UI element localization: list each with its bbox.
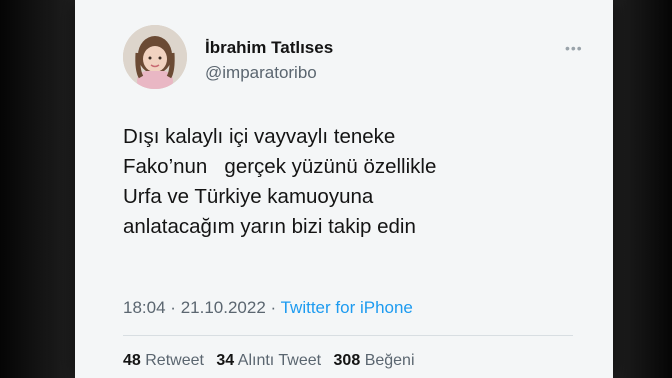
tweet-card: İbrahim Tatlıses @imparatoribo ••• Dışı … xyxy=(75,0,613,378)
likes-count: 308 xyxy=(333,352,361,369)
likes-label: Beğeni xyxy=(364,352,415,369)
tweet-line: Dışı kalaylı içi vayvaylı teneke xyxy=(123,125,396,148)
likes-stat[interactable]: 308 Beğeni xyxy=(334,352,415,369)
tweet-time[interactable]: 18:04 xyxy=(123,298,166,317)
photo-edge-right xyxy=(613,0,672,378)
tweet-stats: 48 Retweet 34 Alıntı Tweet 308 Beğeni xyxy=(123,352,423,370)
tweet-meta: 18:04 · 21.10.2022 · Twitter for iPhone xyxy=(123,298,413,318)
avatar-image xyxy=(123,25,187,89)
tweet-text: Dışı kalaylı içi vayvaylı teneke Fako’nu… xyxy=(123,122,593,242)
tweet-line: Fako’nun gerçek yüzünü özellikle xyxy=(123,155,437,178)
retweets-stat[interactable]: 48 Retweet xyxy=(123,352,204,369)
photo-edge-left xyxy=(0,0,75,378)
tweet-source[interactable]: Twitter for iPhone xyxy=(281,298,413,317)
tweet-line: Urfa ve Türkiye kamuoyuna xyxy=(123,185,374,208)
divider xyxy=(123,335,573,336)
meta-separator: · xyxy=(270,298,277,317)
author-handle[interactable]: @imparatoribo xyxy=(205,63,317,83)
author-name[interactable]: İbrahim Tatlıses xyxy=(205,38,333,58)
retweets-count: 48 xyxy=(123,352,141,369)
quotes-stat[interactable]: 34 Alıntı Tweet xyxy=(216,352,321,369)
quotes-count: 34 xyxy=(216,352,235,369)
more-icon[interactable]: ••• xyxy=(565,40,583,56)
meta-separator: · xyxy=(170,298,176,317)
avatar[interactable] xyxy=(123,25,187,89)
tweet-line: anlatacağım yarın bizi takip edin xyxy=(123,215,416,238)
quotes-label: Alıntı Tweet xyxy=(237,352,322,369)
retweets-label: Retweet xyxy=(145,352,204,369)
tweet-date[interactable]: 21.10.2022 xyxy=(181,298,266,317)
